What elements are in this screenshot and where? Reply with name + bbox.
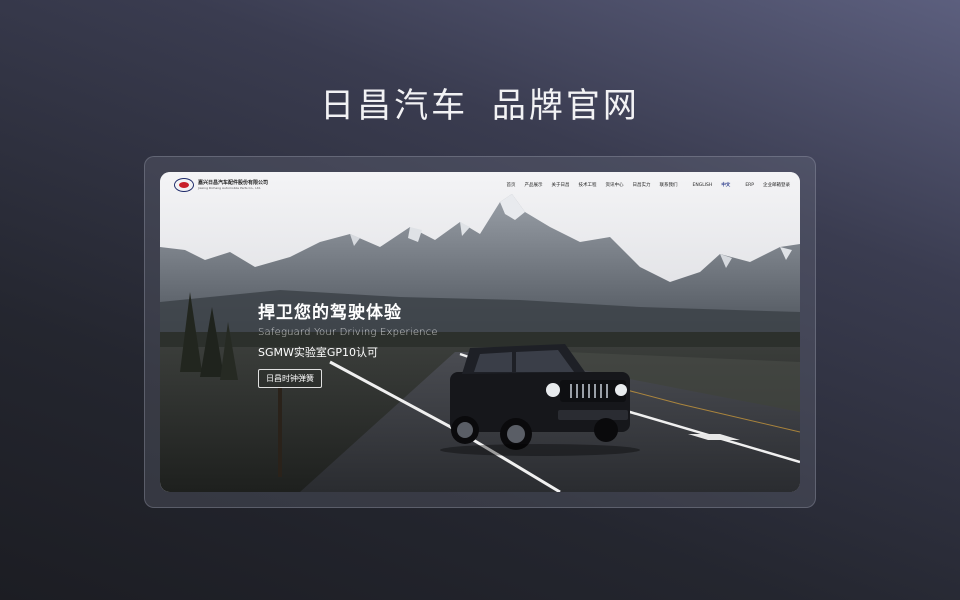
logo-name-cn: 嘉兴日昌汽车配件股份有限公司 [198,179,269,186]
nav-item-news[interactable]: 资讯中心 [606,182,624,188]
hero-cta-button[interactable]: 日昌时钟弹簧 [258,369,322,388]
hero-subheadline: Safeguard Your Driving Experience [258,327,438,338]
hero-content: 捍卫您的驾驶体验 Safeguard Your Driving Experien… [258,298,438,388]
nav-item-contact[interactable]: 联系我们 [660,182,678,188]
company-logo[interactable]: 嘉兴日昌汽车配件股份有限公司 Jiaxing Richang Automobil… [174,178,268,192]
lang-chinese-link[interactable]: 中文 [721,182,730,188]
lang-english-link[interactable]: ENGLISH [693,183,713,188]
site-navbar: 嘉兴日昌汽车配件股份有限公司 Jiaxing Richang Automobil… [160,172,800,198]
nav-item-products[interactable]: 产品展示 [525,182,543,188]
nav-item-about[interactable]: 关于日昌 [552,182,570,188]
logo-emblem-icon [174,178,194,192]
hero-headline: 捍卫您的驾驶体验 [258,303,402,323]
enterprise-mail-link[interactable]: 企业邮箱登录 [763,182,790,188]
hero-certification: SGMW实验室GP10认可 [258,346,379,359]
nav-item-home[interactable]: 首页 [507,182,516,188]
hero-background-image [160,172,800,492]
erp-link[interactable]: ERP [745,183,754,188]
logo-name-en: Jiaxing Richang Automobile Parts Co., Lt… [198,185,261,190]
nav-item-strength[interactable]: 日昌实力 [633,182,651,188]
showcase-title: 日昌汽车 品牌官网 [320,86,640,126]
nav-item-engineering[interactable]: 技术工程 [579,182,597,188]
website-preview: 嘉兴日昌汽车配件股份有限公司 Jiaxing Richang Automobil… [160,172,800,492]
main-menu: 首页 产品展示 关于日昌 技术工程 资讯中心 日昌实力 联系我们 ENGLISH… [498,182,790,189]
